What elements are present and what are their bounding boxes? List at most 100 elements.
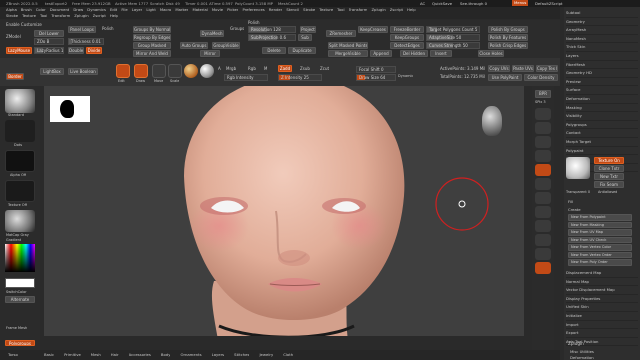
palette-item-morph-target[interactable]: Morph Target <box>566 138 638 147</box>
fill-label[interactable]: Fill <box>568 199 573 204</box>
palette-item-deformation[interactable]: Deformation <box>566 95 638 104</box>
rgb-intensity-slider[interactable]: Rgb Intensity <box>224 74 268 81</box>
palette-item-contact[interactable]: Contact <box>566 129 638 138</box>
palette-item-display-properties[interactable]: Display Properties <box>566 295 638 304</box>
palette-item-initialize[interactable]: Initialize <box>566 312 638 321</box>
zcut-button[interactable]: Zcut <box>320 66 329 71</box>
quicksave-button[interactable]: QuickSave <box>432 1 452 6</box>
menu2-texture[interactable]: Texture <box>22 13 36 19</box>
palette-item-export[interactable]: Export <box>566 329 638 338</box>
new-from-button[interactable]: New From UV Map <box>568 229 632 236</box>
bottom-tab-body[interactable]: Body <box>161 352 171 358</box>
edit-icon[interactable] <box>116 64 130 78</box>
clone-txtr-button[interactable]: Clone Txtr <box>594 165 624 172</box>
deformation-label-2[interactable]: Deformation <box>570 355 594 360</box>
move3d-icon[interactable] <box>535 206 551 218</box>
mrgb-button[interactable]: Mrgb <box>226 66 236 71</box>
palette-item-displacement-map[interactable]: Displacement Map <box>566 269 638 278</box>
main-color-swatch[interactable] <box>5 278 35 288</box>
live-boolean-button[interactable]: Live Boolean <box>68 68 98 75</box>
palette-item-import[interactable]: Import <box>566 321 638 330</box>
z-intensity-slider[interactable]: Z Intensity 25 <box>278 74 322 81</box>
double-button[interactable]: Double <box>68 47 84 54</box>
texture-on-button[interactable]: Texture On <box>594 157 624 164</box>
color-density-button[interactable]: Color Density <box>524 74 558 81</box>
menu2-help[interactable]: Help <box>110 13 119 19</box>
panel-loops-button[interactable]: Panel Loops <box>68 26 96 33</box>
polygroups-button[interactable]: Polygroups <box>5 340 35 346</box>
zadd-button[interactable]: Zadd <box>278 65 292 72</box>
rotate3d-icon[interactable] <box>535 220 551 232</box>
draw-size-slider[interactable]: Draw Size 64 <box>356 74 396 81</box>
antialiased-toggle[interactable]: Antialiased <box>598 190 617 195</box>
keepcreases-button[interactable]: KeepCreases <box>358 26 388 33</box>
palette-item-unified-skin[interactable]: Unified Skin <box>566 303 638 312</box>
misc-utilities-label[interactable]: Misc Utilities <box>570 349 594 354</box>
lazyradius-slider[interactable]: LazyRadius 1 <box>34 47 64 54</box>
palette-item-nanomesh[interactable]: NanoMesh <box>566 35 638 44</box>
rgb-button[interactable]: Rgb <box>248 66 256 71</box>
texture-icon[interactable] <box>5 180 35 202</box>
delete-button[interactable]: Delete <box>262 47 286 54</box>
color-sphere-icon[interactable] <box>200 64 214 78</box>
menu2-zscript[interactable]: Zscript <box>93 13 106 19</box>
m-button[interactable]: M <box>264 66 267 71</box>
insert-button[interactable]: Insert <box>430 50 452 57</box>
palette-item-arraymesh[interactable]: ArrayMesh <box>566 26 638 35</box>
local-icon[interactable] <box>535 178 551 190</box>
palette-item-surface[interactable]: Surface <box>566 86 638 95</box>
groupvisible-button[interactable]: GroupVisible <box>212 42 240 49</box>
palette-item-layers[interactable]: Layers <box>566 52 638 61</box>
mirror-weld-button[interactable]: Mirror And Weld <box>133 50 171 57</box>
transparent-slider[interactable]: Transparent 0 <box>566 190 590 195</box>
polyf-icon[interactable] <box>535 234 551 246</box>
navigation-head-icon[interactable] <box>482 106 502 136</box>
head-model[interactable] <box>44 86 524 336</box>
transp-icon[interactable] <box>535 248 551 260</box>
zremesher-button[interactable]: ZRemesher <box>326 30 356 37</box>
close-holes-button[interactable]: Close Holes <box>478 50 504 57</box>
actual-icon[interactable] <box>535 136 551 148</box>
seethrough-slider[interactable]: See-through 0 <box>460 1 487 6</box>
bottom-tab-hair[interactable]: Hair <box>111 352 119 358</box>
palette-item-preview[interactable]: Preview <box>566 78 638 87</box>
polish-features-button[interactable]: Polish By Features <box>488 34 528 41</box>
solo-icon[interactable] <box>535 262 551 274</box>
palette-item-geometry-hd[interactable]: Geometry HD <box>566 69 638 78</box>
standard-brush-icon[interactable] <box>5 89 35 113</box>
new-from-button[interactable]: New From Polypaint <box>568 214 632 221</box>
new-from-button[interactable]: New From Poly Order <box>568 259 632 266</box>
document-canvas[interactable] <box>44 86 524 336</box>
del-lower-button[interactable]: Del Lower <box>34 30 64 37</box>
dots-stroke-icon[interactable] <box>5 120 35 142</box>
enable-customize[interactable]: Enable Customize <box>6 22 42 27</box>
dynamic-toggle[interactable]: Dynamic <box>398 74 413 79</box>
copy-uvs-button[interactable]: Copy UVs <box>488 65 510 72</box>
move-icon[interactable] <box>152 64 166 78</box>
lightbox-button[interactable]: LightBox <box>40 68 64 75</box>
persp-icon[interactable] <box>535 150 551 162</box>
default-zscript[interactable]: DefaultZScript <box>535 1 563 6</box>
palette-item-fibermesh[interactable]: FiberMesh <box>566 61 638 70</box>
palette-item-polygroups[interactable]: Polygroups <box>566 121 638 130</box>
switchcolor-label[interactable]: SwitchColor <box>6 290 27 295</box>
texture-map-thumb[interactable] <box>566 157 590 179</box>
alpha-icon[interactable] <box>5 150 35 172</box>
bottom-tab-primitive[interactable]: Primitive <box>64 352 81 358</box>
lazymouse-button[interactable]: LazyMouse <box>6 47 32 54</box>
group-masked-button[interactable]: Group Masked <box>133 42 171 49</box>
scale-icon[interactable] <box>168 64 182 78</box>
palette-item-vector-displacement-map[interactable]: Vector Displacement Map <box>566 286 638 295</box>
border-button[interactable]: Border <box>6 73 24 80</box>
divide-button[interactable]: Divide <box>86 47 102 54</box>
adaptivesize-slider[interactable]: AdaptiveSize 50 <box>426 34 480 41</box>
scroll-icon[interactable] <box>535 108 551 120</box>
bottom-tab-accessories[interactable]: Accessories <box>129 352 151 358</box>
resolution-slider[interactable]: Resolution 128 <box>248 26 296 33</box>
auto-groups-button[interactable]: Auto Groups <box>180 42 208 49</box>
spix-label[interactable]: SPix 3 <box>535 100 546 105</box>
freeze-border-button[interactable]: FreezeBorder <box>390 26 424 33</box>
palette-item-visibility[interactable]: Visibility <box>566 112 638 121</box>
use-polypaint-button[interactable]: Use PolyPaint <box>488 74 522 81</box>
bottom-tab-stitches[interactable]: Stitches <box>234 352 249 358</box>
